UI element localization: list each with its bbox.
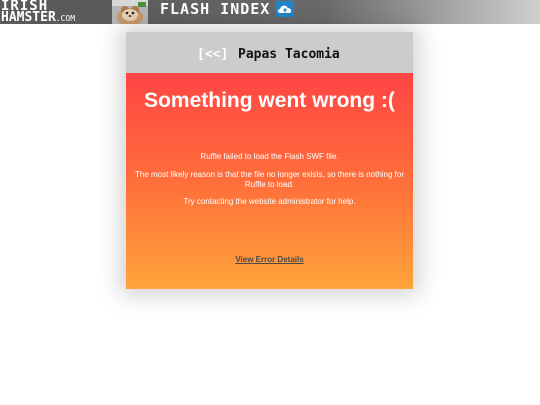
error-message-1: Ruffle failed to load the Flash SWF file… (200, 152, 339, 161)
error-message-3: Try contacting the website administrator… (183, 197, 356, 206)
game-title: Papas Tacomia (238, 47, 340, 62)
cloud-upload-icon[interactable] (276, 1, 294, 17)
card-header: [<<] Papas Tacomia (126, 32, 413, 73)
view-error-details-link[interactable]: View Error Details (126, 255, 413, 264)
ruffle-error-panel: Something went wrong :( Ruffle failed to… (126, 73, 413, 289)
game-card: [<<] Papas Tacomia Something went wrong … (126, 32, 413, 289)
cloud-upload-icon-graphic (277, 5, 292, 13)
logo-line-2: HAMSTER.COM (1, 10, 75, 25)
error-message-2: The most likely reason is that the file … (134, 170, 405, 189)
hamster-icon-graphic (112, 0, 148, 24)
error-heading: Something went wrong :( (144, 89, 395, 112)
logo-suffix: .COM (55, 14, 76, 23)
hamster-icon[interactable] (112, 0, 148, 24)
logo-name: HAMSTER (1, 10, 56, 25)
flash-index-link[interactable]: FLASH INDEX (160, 0, 270, 18)
back-link[interactable]: [<<] (197, 47, 228, 62)
site-logo[interactable]: IRISH HAMSTER.COM (0, 0, 111, 25)
